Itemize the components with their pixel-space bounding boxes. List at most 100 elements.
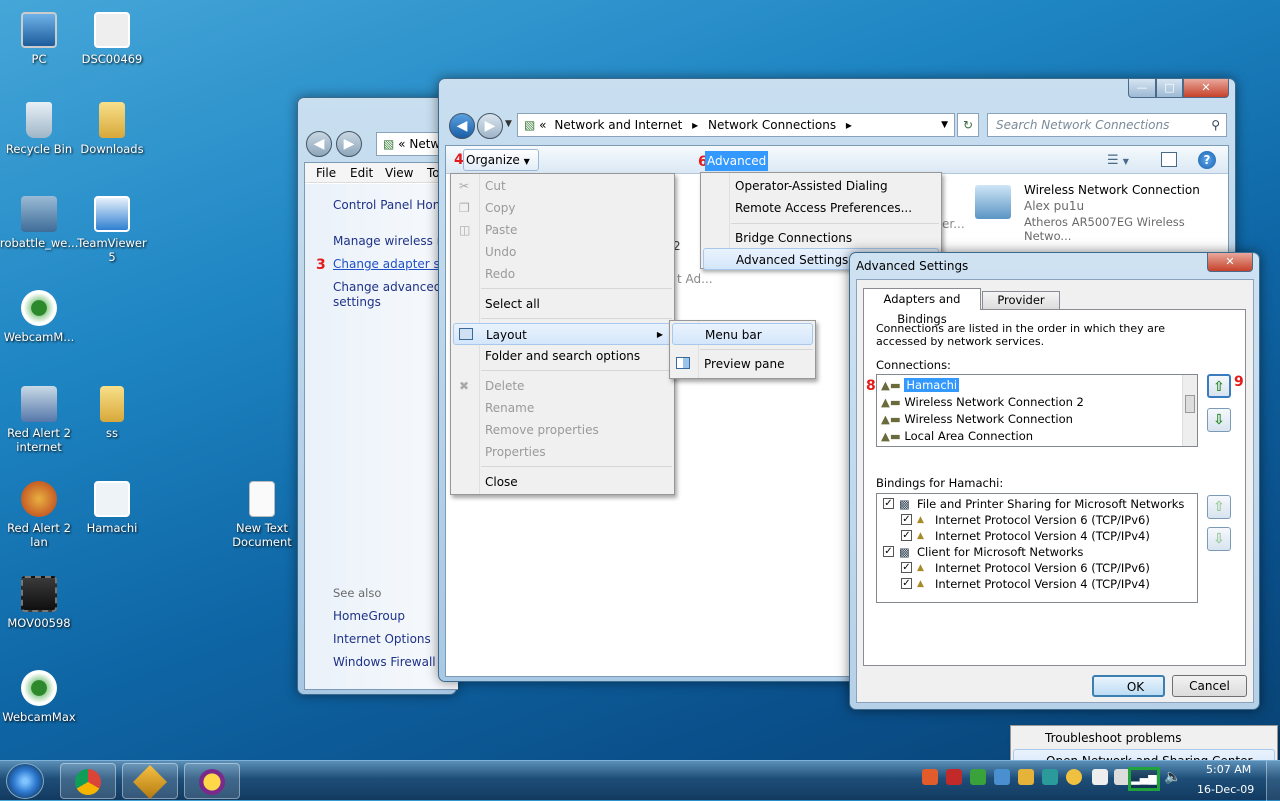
menu-item-remove-properties[interactable]: Remove properties	[451, 419, 674, 441]
desktop-icon-downloads[interactable]: Downloads	[73, 102, 151, 156]
desktop-icon-recycle-bin[interactable]: Recycle Bin	[0, 102, 78, 156]
clock-time[interactable]: 5:07 AM	[1206, 763, 1251, 776]
help-icon[interactable]: ?	[1198, 151, 1216, 169]
flag-icon[interactable]	[1092, 769, 1108, 785]
menu-item-layout[interactable]: Layout ▶	[453, 323, 672, 345]
desktop-icon-mov00598[interactable]: MOV00598	[0, 576, 78, 630]
binding-checkbox[interactable]: ✓	[901, 514, 912, 525]
search-input[interactable]: Search Network Connections ⚲	[987, 113, 1227, 137]
view-options-icon[interactable]: ☰ ▼	[1107, 153, 1137, 169]
menu-item-cut[interactable]: ✂ Cut	[451, 175, 674, 197]
connection-row-wireless[interactable]: ▲▬ Wireless Network Connection	[881, 411, 1073, 427]
advanced-menu-header[interactable]: Advanced	[705, 151, 768, 171]
forward-button[interactable]: ▶	[336, 131, 362, 157]
show-desktop-button[interactable]	[1266, 761, 1280, 801]
control-panel-home-link[interactable]: Control Panel Home	[333, 198, 452, 212]
desktop-icon-pc[interactable]: PC	[0, 12, 78, 66]
menu-item-rename[interactable]: Rename	[451, 397, 674, 419]
desktop-icon-red-alert-lan[interactable]: Red Alert 2 lan	[0, 481, 78, 549]
maximize-button[interactable]: □	[1156, 79, 1183, 98]
binding-move-down-button[interactable]: ⇩	[1207, 527, 1231, 551]
menu-item-operator-assisted-dialing[interactable]: Operator-Assisted Dialing	[701, 175, 941, 197]
tray-icon-1[interactable]	[922, 769, 938, 785]
cancel-button[interactable]: Cancel	[1172, 675, 1247, 697]
taskbar-yahoo-button[interactable]	[184, 763, 240, 799]
dialog-close-button[interactable]: ✕	[1207, 253, 1253, 272]
desktop-icon-webcam-1[interactable]: WebcamM...	[0, 290, 78, 344]
homegroup-link[interactable]: HomeGroup	[333, 609, 405, 623]
menu-item-menu-bar[interactable]: Menu bar	[672, 323, 813, 345]
address-dropdown-icon[interactable]: ▼	[941, 114, 948, 136]
tab-provider-order[interactable]: Provider Order	[982, 291, 1060, 324]
desktop-icon-ss[interactable]: ss	[73, 386, 151, 440]
move-down-button[interactable]: ⇩	[1207, 408, 1231, 432]
start-button[interactable]	[6, 763, 44, 799]
back-button[interactable]: ◀	[449, 113, 475, 139]
windows-firewall-link[interactable]: Windows Firewall	[333, 655, 436, 669]
menu-item-redo[interactable]: Redo	[451, 263, 674, 285]
ok-button[interactable]: OK	[1092, 675, 1165, 697]
menu-item-remote-access-preferences[interactable]: Remote Access Preferences...	[701, 197, 941, 219]
troubleshoot-problems-item[interactable]: Troubleshoot problems	[1011, 727, 1277, 749]
tray-icon-2[interactable]	[946, 769, 962, 785]
desktop-icon-webcammax[interactable]: WebcamMax	[0, 670, 78, 724]
tray-icon-6[interactable]	[1042, 769, 1058, 785]
menu-item-paste[interactable]: ◫ Paste	[451, 219, 674, 241]
desktop-icon-robattle[interactable]: robattle_we...	[0, 196, 78, 250]
change-advanced-sharing-link-2[interactable]: settings	[333, 295, 381, 309]
volume-icon[interactable]: 🔈	[1164, 769, 1181, 785]
menu-item-preview-pane[interactable]: Preview pane	[670, 353, 815, 375]
minimize-button[interactable]: —	[1128, 79, 1156, 98]
desktop-icon-teamviewer[interactable]: TeamViewer 5	[73, 196, 151, 264]
binding-move-up-button[interactable]: ⇧	[1207, 495, 1231, 519]
tray-icon-4[interactable]	[994, 769, 1010, 785]
internet-options-link[interactable]: Internet Options	[333, 632, 431, 646]
menu-item-bridge-connections[interactable]: Bridge Connections	[701, 227, 941, 249]
move-up-button[interactable]: ⇧	[1207, 374, 1231, 398]
tray-icon-3[interactable]	[970, 769, 986, 785]
bindings-list[interactable]: ✓ ▩ File and Printer Sharing for Microsoft…	[876, 493, 1198, 603]
binding-checkbox[interactable]: ✓	[901, 562, 912, 573]
network-tray-icon[interactable]: ▂▄▆	[1128, 767, 1160, 791]
connections-scrollbar[interactable]	[1182, 375, 1197, 446]
binding-checkbox[interactable]: ✓	[901, 578, 912, 589]
tray-icon-5[interactable]	[1018, 769, 1034, 785]
connections-list[interactable]: ▲▬ Hamachi ▲▬ Wireless Network Connectio…	[876, 374, 1198, 447]
taskbar-winamp-button[interactable]	[122, 763, 178, 799]
close-button[interactable]: ✕	[1183, 79, 1229, 98]
tray-icon-7[interactable]	[1066, 769, 1082, 785]
preview-pane-icon[interactable]	[1161, 152, 1177, 167]
menu-item-close[interactable]: Close	[451, 471, 674, 493]
desktop-icon-red-alert-internet[interactable]: Red Alert 2 internet	[0, 386, 78, 454]
connection-row-local-area[interactable]: ▲▬ Local Area Connection	[881, 428, 1033, 444]
desktop-icon-hamachi[interactable]: Hamachi	[73, 481, 151, 535]
desktop-icon-dsc00469[interactable]: DSC00469	[73, 12, 151, 66]
binding-checkbox[interactable]: ✓	[901, 530, 912, 541]
forward-button[interactable]: ▶	[477, 113, 503, 139]
connection-row-wireless-2[interactable]: ▲▬ Wireless Network Connection 2	[881, 394, 1084, 410]
binding-checkbox[interactable]: ✓	[883, 498, 894, 509]
recent-pages-chevron-icon[interactable]: ▼	[505, 119, 512, 129]
tab-adapters-and-bindings[interactable]: Adapters and Bindings	[863, 288, 981, 326]
binding-checkbox[interactable]: ✓	[883, 546, 894, 557]
desktop-icon-new-text-document[interactable]: New Text Document	[223, 481, 301, 549]
menu-view[interactable]: View	[385, 166, 413, 180]
refresh-button[interactable]: ↻	[957, 113, 979, 137]
connection-row-hamachi[interactable]: ▲▬ Hamachi	[881, 377, 960, 393]
menu-file[interactable]: File	[316, 166, 336, 180]
breadcrumb-network-connections[interactable]: Network Connections	[708, 118, 836, 132]
menu-item-copy[interactable]: ❐ Copy	[451, 197, 674, 219]
organize-button[interactable]: Organize ▼	[463, 149, 539, 171]
breadcrumb-network-and-internet[interactable]: Network and Internet	[554, 118, 682, 132]
taskbar-chrome-button[interactable]	[60, 763, 116, 799]
menu-item-undo[interactable]: Undo	[451, 241, 674, 263]
clock-date[interactable]: 16-Dec-09	[1197, 783, 1254, 796]
back-button[interactable]: ◀	[306, 131, 332, 157]
menu-item-folder-options[interactable]: Folder and search options	[451, 345, 674, 367]
menu-item-properties[interactable]: Properties	[451, 441, 674, 463]
menu-item-select-all[interactable]: Select all	[451, 293, 674, 315]
address-bar[interactable]: ▧ « Network and Internet ▸ Network Conne…	[517, 113, 955, 137]
menu-edit[interactable]: Edit	[350, 166, 373, 180]
menu-item-delete[interactable]: ✖ Delete	[451, 375, 674, 397]
wireless-connection-item[interactable]: Wireless Network Connection Alex pu1u At…	[971, 183, 1221, 243]
